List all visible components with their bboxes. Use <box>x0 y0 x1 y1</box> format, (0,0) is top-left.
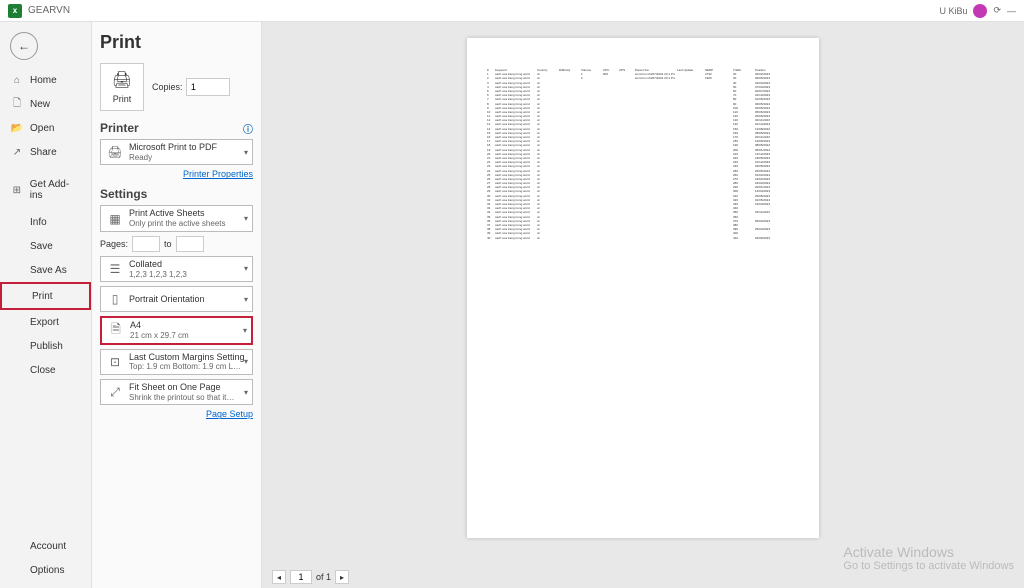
paper-size-selector[interactable]: 🗎 A421 cm x 29.7 cm <box>100 316 253 344</box>
printer-section-title: Printerⓘ <box>100 121 253 135</box>
addins-icon: ⊞ <box>10 183 24 197</box>
sidebar-account[interactable]: Account <box>0 534 91 558</box>
printer-ready-icon: 🖨 <box>105 142 125 162</box>
printer-properties-link[interactable]: Printer Properties <box>100 169 253 179</box>
print-button[interactable]: 🖨 Print <box>100 63 144 111</box>
printer-icon: 🖨 <box>112 70 132 90</box>
sidebar-home[interactable]: ⌂Home <box>0 68 91 92</box>
margins-selector[interactable]: ⊡ Last Custom Margins SettingTop: 1.9 cm… <box>100 349 253 375</box>
user-name[interactable]: U KiBu <box>939 6 967 16</box>
next-page-button[interactable]: ▸ <box>335 570 349 584</box>
sync-icon[interactable]: ⟳ <box>993 5 1001 16</box>
print-settings-panel: Print 🖨 Print Copies: Printerⓘ 🖨 Microso… <box>92 22 262 588</box>
sidebar-addins[interactable]: ⊞Get Add-ins <box>0 174 91 206</box>
sidebar-new[interactable]: 🗋New <box>0 92 91 116</box>
sidebar-saveas[interactable]: Save As <box>0 258 91 282</box>
back-button[interactable]: ← <box>10 32 38 60</box>
title-bar: x GEARVN U KiBu ⟳ — <box>0 0 1024 22</box>
pages-range: Pages: to <box>100 236 253 252</box>
collated-icon: ☰ <box>105 259 125 279</box>
page-navigation: ◂ of 1 ▸ <box>272 570 349 584</box>
sidebar-save[interactable]: Save <box>0 234 91 258</box>
print-heading: Print <box>100 32 253 53</box>
windows-activation-watermark: Activate Windows Go to Settings to activ… <box>843 544 1014 572</box>
page-setup-link[interactable]: Page Setup <box>100 409 253 419</box>
sidebar-share[interactable]: ↗Share <box>0 140 91 164</box>
page-total: of 1 <box>316 572 331 582</box>
page-icon: 🗎 <box>106 320 126 340</box>
excel-app-icon: x <box>8 4 22 18</box>
orientation-selector[interactable]: ▯ Portrait Orientation <box>100 286 253 312</box>
print-preview-area: #KeywordCountryDifficultyVolumeCPCCPSPar… <box>262 22 1024 588</box>
printer-selector[interactable]: 🖨 Microsoft Print to PDFReady <box>100 139 253 165</box>
preview-page: #KeywordCountryDifficultyVolumeCPCCPSPar… <box>467 38 819 538</box>
pages-from-input[interactable] <box>132 236 160 252</box>
collation-selector[interactable]: ☰ Collated1,2,3 1,2,3 1,2,3 <box>100 256 253 282</box>
scaling-selector[interactable]: ⤢ Fit Sheet on One PageShrink the printo… <box>100 379 253 405</box>
sidebar-print[interactable]: Print <box>0 282 91 310</box>
sidebar-export[interactable]: Export <box>0 310 91 334</box>
pages-to-input[interactable] <box>176 236 204 252</box>
copies-label: Copies: <box>152 82 183 92</box>
minimize-icon[interactable]: — <box>1007 6 1016 16</box>
print-what-selector[interactable]: ▦ Print Active SheetsOnly print the acti… <box>100 205 253 231</box>
back-arrow-icon: ← <box>18 39 30 53</box>
sidebar-open[interactable]: 📂Open <box>0 116 91 140</box>
current-page-input[interactable] <box>290 570 312 584</box>
printer-info-icon[interactable]: ⓘ <box>243 121 253 136</box>
settings-section-title: Settings <box>100 187 253 201</box>
sidebar-close[interactable]: Close <box>0 358 91 382</box>
sidebar-options[interactable]: Options <box>0 558 91 582</box>
share-icon: ↗ <box>10 145 24 159</box>
backstage-sidebar: ← ⌂Home 🗋New 📂Open ↗Share ⊞Get Add-ins I… <box>0 22 92 588</box>
user-avatar[interactable] <box>973 4 987 18</box>
sidebar-publish[interactable]: Publish <box>0 334 91 358</box>
prev-page-button[interactable]: ◂ <box>272 570 286 584</box>
home-icon: ⌂ <box>10 73 24 87</box>
margins-icon: ⊡ <box>105 352 125 372</box>
new-icon: 🗋 <box>10 97 24 111</box>
sheets-icon: ▦ <box>105 209 125 229</box>
sidebar-info[interactable]: Info <box>0 210 91 234</box>
fit-icon: ⤢ <box>105 382 125 402</box>
copies-input[interactable] <box>186 78 230 96</box>
file-name: GEARVN <box>28 5 70 16</box>
portrait-icon: ▯ <box>105 289 125 309</box>
open-icon: 📂 <box>10 121 24 135</box>
